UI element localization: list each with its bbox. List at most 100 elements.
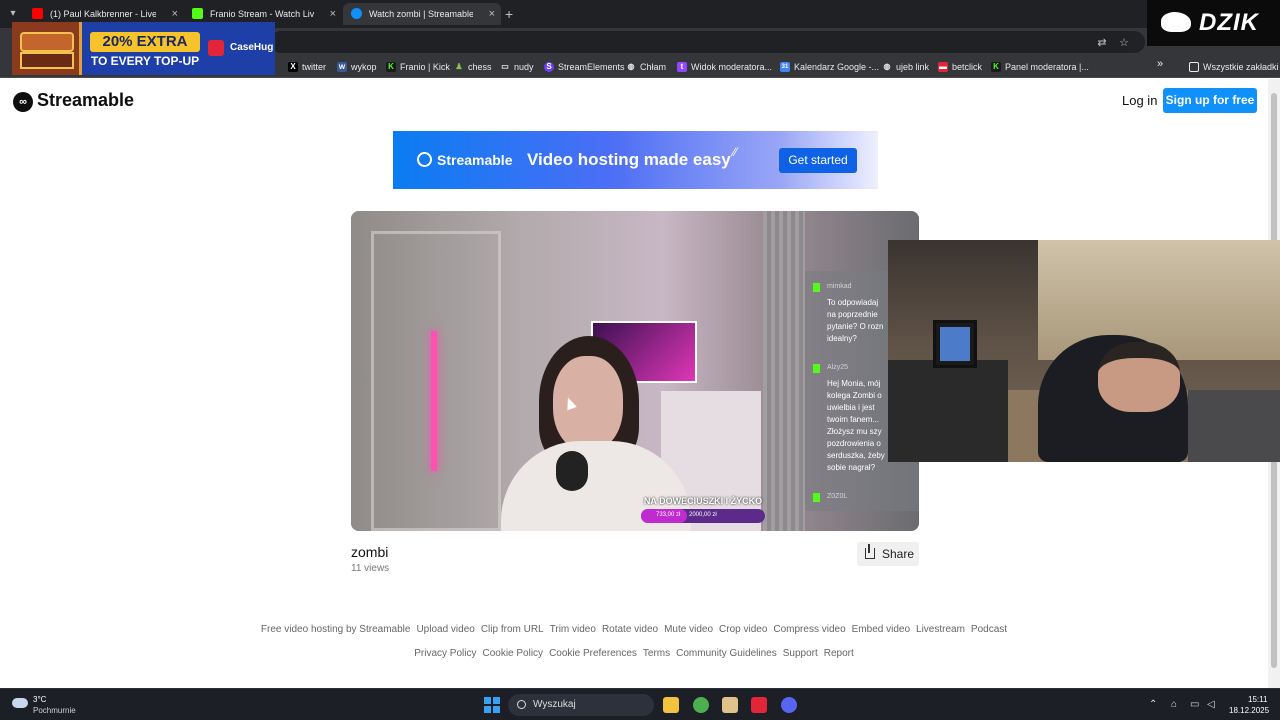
volume-icon[interactable]: ◁ <box>1207 699 1215 710</box>
bookmark-label: twitter <box>302 62 327 72</box>
video-led-light <box>431 331 437 471</box>
ad-badge: 20% EXTRA <box>90 32 200 52</box>
kick-icon: K <box>386 62 396 72</box>
tray-overflow-icon[interactable]: ⌃ <box>1149 699 1157 710</box>
footer-link[interactable]: Crop video <box>719 624 767 635</box>
bookmark-ujeb-link[interactable]: ◍ ujeb link <box>882 60 930 74</box>
footer-link[interactable]: Free video hosting by Streamable <box>261 624 411 635</box>
bookmark-streamelements[interactable]: S StreamElements <box>544 60 625 74</box>
share-icon <box>865 548 875 559</box>
bookmark-twitter[interactable]: Xtwitter <box>288 60 326 74</box>
streamable-logo-icon <box>417 152 432 167</box>
donation-goal-current: 733,00 zł <box>656 512 681 518</box>
footer-link[interactable]: Community Guidelines <box>676 648 777 659</box>
chat-text: To odpowiadaj na poprzednie pytanie? O r… <box>827 298 884 343</box>
footer-link[interactable]: Report <box>824 648 854 659</box>
tab-search-button[interactable]: ▾ <box>5 6 21 22</box>
webcam-couch <box>1188 390 1280 462</box>
bookmark-label: betclick <box>952 62 983 72</box>
footer-link[interactable]: Terms <box>643 648 670 659</box>
x-icon: X <box>288 62 298 72</box>
bookmark-widok-moderatora[interactable]: t Widok moderatora... <box>677 60 772 74</box>
casehug-logo-icon <box>208 40 224 56</box>
webcam-window <box>1038 240 1280 360</box>
bookmark-betclick[interactable]: ▬ betclick <box>938 60 982 74</box>
screen: ▾ (1) Paul Kalkbrenner - Live at Te × Fr… <box>0 0 1280 720</box>
get-started-button[interactable]: Get started <box>779 148 857 173</box>
bookmark-label: wykop <box>351 62 377 72</box>
footer-link[interactable]: Trim video <box>550 624 596 635</box>
chrome-icon[interactable] <box>693 697 709 713</box>
webcam-overlay <box>888 240 1280 462</box>
bookmark-chlam[interactable]: ◍ Chłam <box>626 60 667 74</box>
cloud-icon[interactable] <box>12 698 28 708</box>
bookmark-chess[interactable]: ♟ chess <box>454 60 491 74</box>
app-icon-2[interactable] <box>722 697 738 713</box>
kick-icon <box>813 493 820 502</box>
chess-icon: ♟ <box>455 62 463 71</box>
footer-link[interactable]: Embed video <box>852 624 910 635</box>
bookmarks-overflow-button[interactable]: » <box>1157 58 1163 70</box>
streamable-logo-icon: ∞ <box>13 92 33 112</box>
bookmark-wykop[interactable]: w wykop <box>337 60 377 74</box>
translate-icon[interactable]: ⇄ <box>1096 37 1108 49</box>
kick-icon <box>192 8 203 19</box>
bookmark-google-calendar[interactable]: 31 Kalendarz Google -... <box>780 60 879 74</box>
close-icon[interactable]: × <box>489 3 495 25</box>
webcam-desk <box>888 360 1008 462</box>
all-bookmarks-button[interactable]: Wszystkie zakładki <box>1189 60 1279 74</box>
wykop-icon: w <box>337 62 347 72</box>
weather-description[interactable]: Pochmurnie <box>33 706 76 715</box>
login-link[interactable]: Log in <box>1122 93 1157 108</box>
share-button[interactable]: Share <box>857 542 919 566</box>
webcam-person-head <box>1098 342 1180 412</box>
footer-link[interactable]: Cookie Preferences <box>549 648 637 659</box>
ad-subtitle: TO EVERY TOP-UP <box>90 54 200 68</box>
footer-link[interactable]: Clip from URL <box>481 624 544 635</box>
bookmark-label: StreamElements <box>558 62 625 72</box>
footer-link[interactable]: Podcast <box>971 624 1007 635</box>
globe-icon: ◍ <box>627 62 635 71</box>
microphone-icon[interactable]: ⌂ <box>1171 699 1177 710</box>
promo-banner[interactable]: Streamable Video hosting made easy ⁄⁄ Ge… <box>393 131 878 189</box>
footer-link[interactable]: Rotate video <box>602 624 658 635</box>
footer-link[interactable]: Upload video <box>416 624 474 635</box>
close-icon[interactable]: × <box>330 3 336 25</box>
discord-icon[interactable] <box>781 697 797 713</box>
weather-temperature[interactable]: 3°C <box>33 695 46 704</box>
kick-icon <box>813 283 820 292</box>
new-tab-button[interactable]: + <box>505 4 519 24</box>
tab-streamable[interactable]: Watch zombi | Streamable × <box>343 3 501 25</box>
bookmark-franio-kick[interactable]: K Franio | Kick <box>386 60 450 74</box>
share-label: Share <box>882 547 915 561</box>
bookmark-star-icon[interactable]: ☆ <box>1118 37 1130 49</box>
windows-start-icon[interactable] <box>484 697 500 713</box>
file-explorer-icon[interactable] <box>663 697 679 713</box>
network-icon[interactable]: ▭ <box>1190 699 1199 710</box>
footer-link[interactable]: Livestream <box>916 624 965 635</box>
bookmark-panel-moderatora[interactable]: K Panel moderatora |... <box>991 60 1089 74</box>
globe-icon: ◍ <box>883 62 891 71</box>
folder-icon: ▭ <box>501 62 509 71</box>
clock-date[interactable]: 18.12.2025 <box>1229 706 1269 715</box>
address-bar[interactable]: ⇄ ☆ <box>270 31 1145 53</box>
chat-username: mimkad <box>827 283 852 290</box>
boar-icon <box>1161 12 1191 32</box>
footer-link[interactable]: Support <box>783 648 818 659</box>
signup-button[interactable]: Sign up for free <box>1163 88 1257 113</box>
app-icon-3[interactable] <box>751 697 767 713</box>
video-curtain <box>763 211 805 531</box>
clock-time[interactable]: 15:11 <box>1248 695 1267 704</box>
chest-lid <box>20 32 74 52</box>
bookmark-folder-nudy[interactable]: ▭ nudy <box>500 60 533 74</box>
taskbar-search[interactable]: Wyszukaj <box>508 694 654 716</box>
ad-brand: CaseHug <box>230 42 274 53</box>
folder-icon <box>1189 62 1199 72</box>
footer-link[interactable]: Compress video <box>773 624 845 635</box>
footer-link[interactable]: Privacy Policy <box>414 648 476 659</box>
chat-username: Alzy25 <box>827 364 849 371</box>
footer-link[interactable]: Cookie Policy <box>482 648 543 659</box>
twitch-icon: t <box>677 62 687 72</box>
video-player[interactable]: NA DOWEciuszki i życko 733,00 zł 2000,00… <box>351 211 919 531</box>
footer-link[interactable]: Mute video <box>664 624 713 635</box>
